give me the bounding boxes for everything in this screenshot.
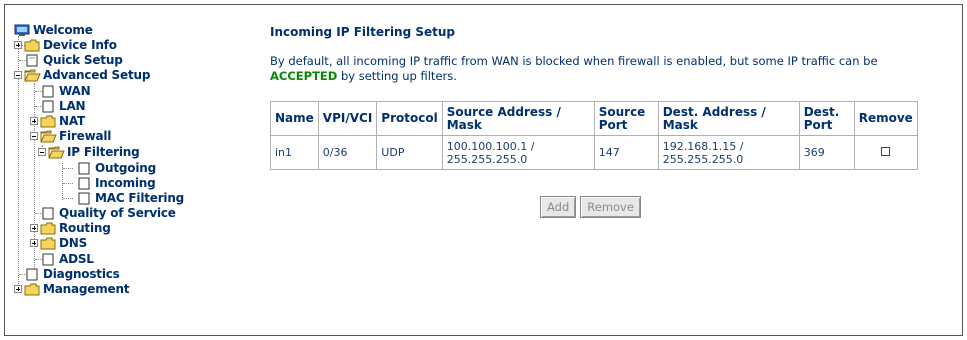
- nav-label: Outgoing: [95, 161, 156, 175]
- nav-label: ADSL: [59, 252, 94, 266]
- collapse-icon[interactable]: [30, 132, 38, 140]
- header-dest-address: Dest. Address / Mask: [657, 101, 800, 136]
- nav-label: Firewall: [59, 129, 112, 143]
- cell-vpivci: 0/36: [317, 135, 378, 170]
- nav-label: Device Info: [43, 38, 117, 52]
- description-text-end: by setting up filters.: [337, 69, 457, 83]
- document-icon: [42, 207, 54, 219]
- nav-item-incoming[interactable]: Incoming: [76, 176, 156, 190]
- document-icon: [26, 268, 38, 280]
- page-description: By default, all incoming IP traffic from…: [270, 54, 930, 84]
- page-title: Incoming IP Filtering Setup: [270, 25, 456, 39]
- header-vpivci: VPI/VCI: [317, 101, 378, 136]
- nav-item-nat[interactable]: NAT: [30, 114, 85, 128]
- nav-item-quick-setup[interactable]: Quick Setup: [24, 53, 123, 67]
- nav-label: MAC Filtering: [95, 191, 185, 205]
- header-dest-port: Dest. Port: [798, 101, 855, 136]
- nav-item-advanced-setup[interactable]: Advanced Setup: [14, 68, 150, 82]
- cell-source-address: 100.100.100.1 / 255.255.255.0: [441, 135, 595, 170]
- expand-icon[interactable]: [14, 285, 22, 293]
- nav-label: LAN: [59, 99, 86, 113]
- nav-item-lan[interactable]: LAN: [40, 99, 86, 113]
- cell-dest-port: 369: [798, 135, 855, 170]
- header-name: Name: [270, 101, 319, 136]
- add-button[interactable]: Add: [540, 196, 577, 218]
- description-text: By default, all incoming IP traffic from…: [270, 54, 878, 68]
- nav-item-ip-filtering[interactable]: IP Filtering: [38, 145, 140, 159]
- nav-item-firewall[interactable]: Firewall: [30, 129, 111, 143]
- document-icon: [78, 192, 90, 204]
- document-icon: [42, 253, 54, 265]
- nav-label: Quality of Service: [59, 206, 176, 220]
- collapse-icon[interactable]: [14, 71, 22, 79]
- nav-item-mac-filtering[interactable]: MAC Filtering: [76, 191, 184, 205]
- folder-icon: [40, 222, 56, 234]
- folder-icon: [40, 115, 56, 127]
- header-source-port: Source Port: [593, 101, 659, 136]
- expand-icon[interactable]: [30, 117, 38, 125]
- folder-icon: [24, 283, 40, 295]
- accepted-text: ACCEPTED: [270, 69, 338, 83]
- nav-item-welcome[interactable]: Welcome: [14, 23, 93, 37]
- filter-rules-table: Name VPI/VCI Protocol Source Address / M…: [270, 101, 918, 170]
- cell-source-port: 147: [593, 135, 659, 170]
- nav-item-routing[interactable]: Routing: [30, 221, 111, 235]
- computer-icon: [14, 24, 30, 36]
- nav-label: Routing: [59, 221, 111, 235]
- nav-item-wan[interactable]: WAN: [40, 84, 91, 98]
- nav-label: Incoming: [95, 176, 156, 190]
- document-icon: [42, 100, 54, 112]
- document-icon: [26, 54, 38, 66]
- document-icon: [78, 177, 90, 189]
- nav-item-outgoing[interactable]: Outgoing: [76, 161, 156, 175]
- nav-item-device-info[interactable]: Device Info: [14, 38, 117, 52]
- folder-icon: [24, 39, 40, 51]
- nav-label: Advanced Setup: [43, 68, 151, 82]
- nav-label: Diagnostics: [43, 267, 120, 281]
- nav-label: Management: [43, 282, 130, 296]
- nav-label: IP Filtering: [67, 145, 140, 159]
- cell-name: in1: [270, 135, 319, 170]
- cell-protocol: UDP: [376, 135, 443, 170]
- header-remove: Remove: [853, 101, 918, 136]
- document-icon: [78, 162, 90, 174]
- header-protocol: Protocol: [376, 101, 443, 136]
- nav-label: DNS: [59, 236, 88, 250]
- nav-item-diagnostics[interactable]: Diagnostics: [24, 267, 120, 281]
- header-source-address: Source Address / Mask: [441, 101, 595, 136]
- nav-item-adsl[interactable]: ADSL: [40, 252, 94, 266]
- remove-button[interactable]: Remove: [580, 196, 641, 218]
- table-header-row: Name VPI/VCI Protocol Source Address / M…: [270, 101, 918, 136]
- nav-item-qos[interactable]: Quality of Service: [40, 206, 176, 220]
- nav-label: NAT: [59, 114, 85, 128]
- table-row: in1 0/36 UDP 100.100.100.1 / 255.255.255…: [270, 135, 918, 170]
- nav-label: WAN: [59, 84, 91, 98]
- nav-item-dns[interactable]: DNS: [30, 236, 87, 250]
- folder-icon: [40, 237, 56, 249]
- collapse-icon[interactable]: [38, 148, 46, 156]
- open-folder-icon: [40, 130, 57, 142]
- open-folder-icon: [24, 69, 41, 81]
- button-row: Add Remove: [540, 196, 641, 218]
- expand-icon[interactable]: [30, 239, 38, 247]
- open-folder-icon: [48, 146, 65, 158]
- cell-remove: [853, 135, 918, 170]
- nav-item-management[interactable]: Management: [14, 282, 130, 296]
- cell-dest-address: 192.168.1.15 / 255.255.255.0: [657, 135, 800, 170]
- expand-icon[interactable]: [14, 41, 22, 49]
- remove-checkbox[interactable]: [881, 147, 891, 156]
- nav-label: Welcome: [33, 23, 93, 37]
- expand-icon[interactable]: [30, 224, 38, 232]
- nav-label: Quick Setup: [43, 53, 123, 67]
- document-icon: [42, 85, 54, 97]
